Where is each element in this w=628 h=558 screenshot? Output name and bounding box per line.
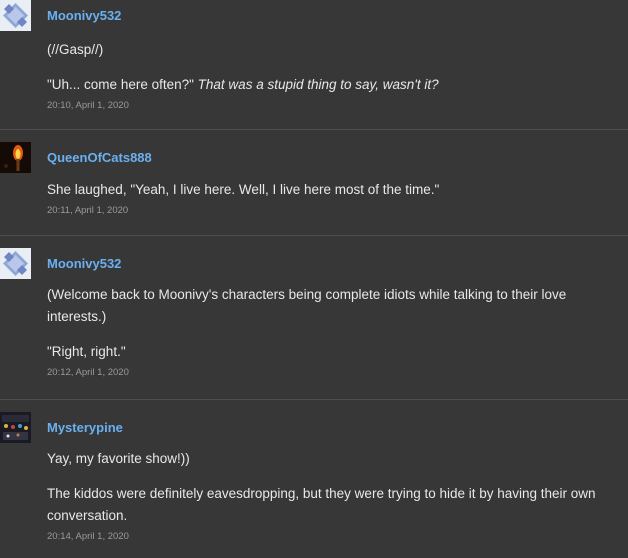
timestamp: 20:12, April 1, 2020 (47, 367, 129, 378)
comment-text: She laughed, "Yeah, I live here. Well, I… (47, 182, 440, 197)
timestamp: 20:11, April 1, 2020 (47, 205, 129, 216)
comment-post: Mysterypine Yay, my favorite show!)) The… (0, 400, 628, 558)
comment-post: Moonivy532 (//Gasp//) "Uh... come here o… (0, 0, 628, 130)
torch-avatar-icon[interactable] (0, 142, 31, 173)
comment-text: (//Gasp//) (47, 42, 104, 57)
comment-post: QueenOfCats888 She laughed, "Yeah, I liv… (0, 130, 628, 236)
username-link[interactable]: Moonivy532 (47, 256, 620, 272)
username-link[interactable]: Mysterypine (47, 420, 620, 436)
comment-text: (Welcome back to Moonivy's characters be… (47, 287, 567, 324)
timestamp: 20:10, April 1, 2020 (47, 100, 129, 111)
lights-avatar-icon[interactable] (0, 412, 31, 443)
username-link[interactable]: QueenOfCats888 (47, 150, 620, 166)
comment-feed: Moonivy532 (//Gasp//) "Uh... come here o… (0, 0, 628, 558)
diamond-avatar-icon[interactable] (0, 248, 31, 279)
diamond-avatar-icon[interactable] (0, 0, 31, 31)
comment-post: Moonivy532 (Welcome back to Moonivy's ch… (0, 236, 628, 400)
comment-text: The kiddos were definitely eavesdropping… (47, 486, 596, 523)
timestamp: 20:14, April 1, 2020 (47, 531, 129, 542)
username-link[interactable]: Moonivy532 (47, 8, 620, 24)
comment-text: "Right, right." (47, 344, 126, 359)
comment-text: "Uh... come here often?" That was a stup… (47, 77, 439, 92)
comment-text: Yay, my favorite show!)) (47, 451, 190, 466)
